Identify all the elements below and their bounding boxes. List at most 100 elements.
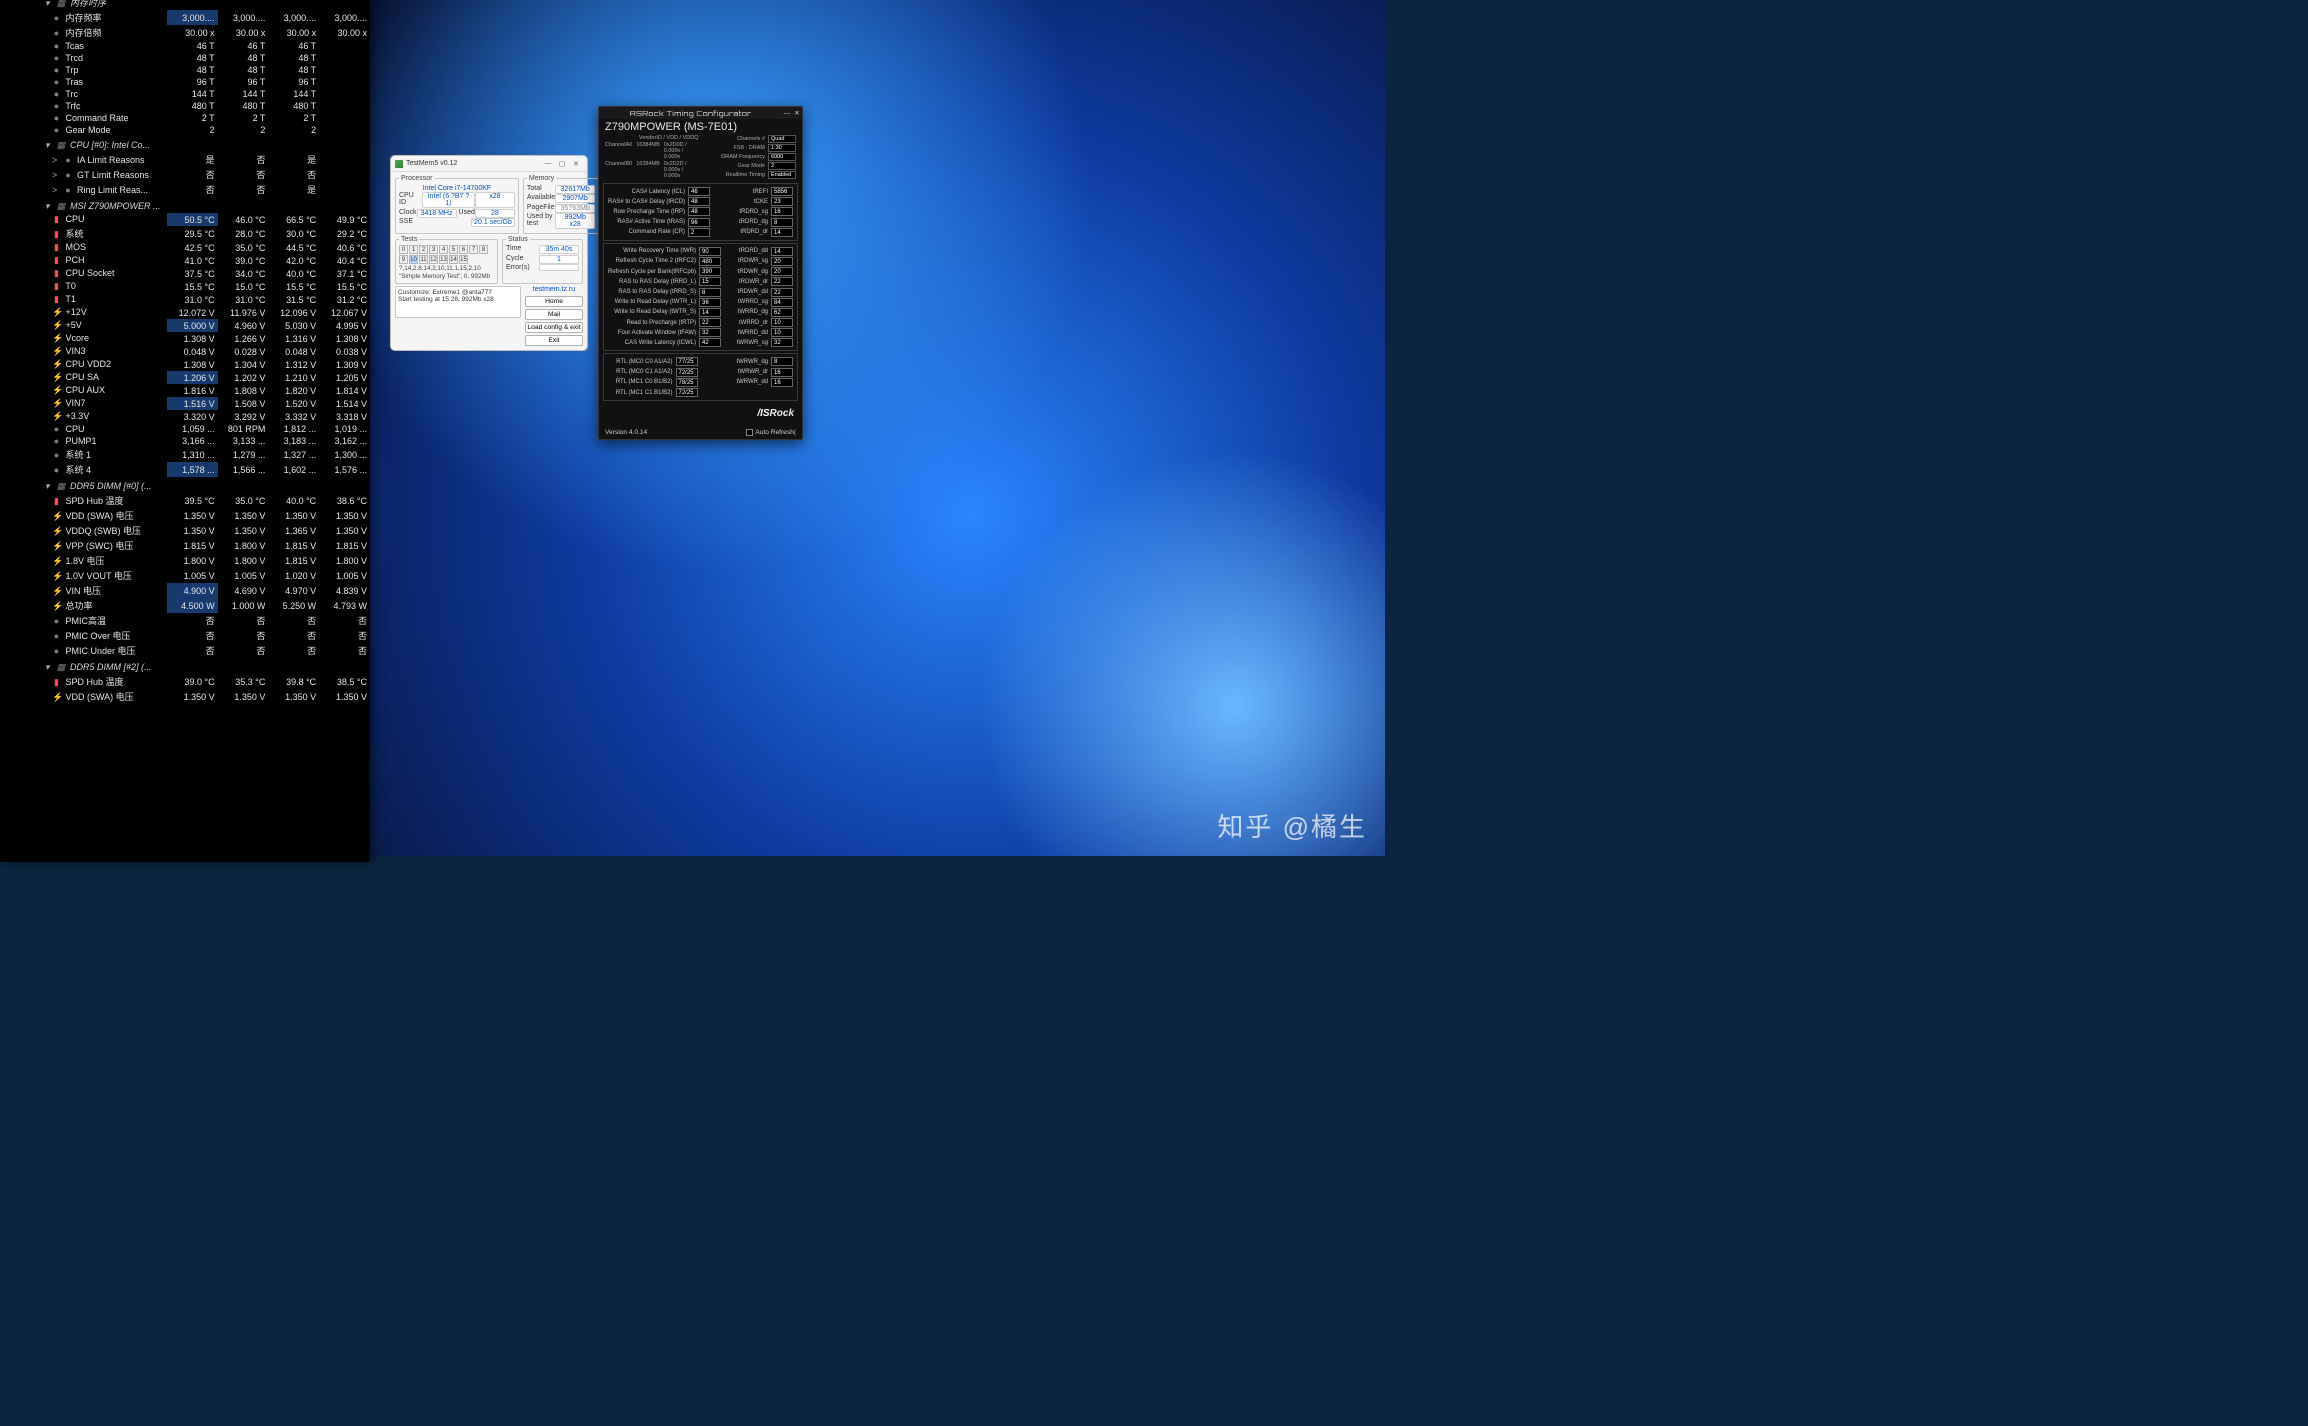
sensor-icon: ● (52, 125, 61, 135)
asrock-timing-window[interactable]: ASRock Timing Configurator — ✕ Z790MPOWE… (598, 106, 803, 440)
mem-row: Available2907Mb (527, 194, 595, 203)
timing-row: tRDRD_dr14 (716, 228, 793, 237)
sensor-icon: ▮ (52, 255, 61, 266)
sensor-row[interactable]: ▮ CPU50.5 °C46.0 °C66.5 °C49.9 °C (42, 213, 370, 226)
sensor-row[interactable]: ● Trfc480 T480 T480 T (42, 100, 370, 112)
sensor-icon: ● (52, 113, 61, 123)
timing-row: CAS Write Latency (tCWL)42 (608, 338, 721, 347)
sensor-row[interactable]: ● Tcas46 T46 T46 T (42, 40, 370, 52)
sensor-row[interactable]: > ● IA Limit Reasons是否是 (42, 152, 370, 167)
sensor-row[interactable]: ▮ SPD Hub 温度39.5 °C35.0 °C40.0 °C38.6 °C (42, 493, 370, 508)
sensor-row[interactable]: ● CPU1,059 ...801 RPM1,812 ...1,019 ... (42, 423, 370, 435)
sensor-row[interactable]: ● Trcd48 T48 T48 T (42, 52, 370, 64)
section-header[interactable]: ▾ ▦ CPU [#0]: Intel Co... (42, 136, 370, 152)
minimize-button[interactable]: — (541, 160, 555, 167)
sensor-icon: ⚡ (52, 372, 61, 383)
sensor-row[interactable]: ● PMIC高温否否否否 (42, 613, 370, 628)
sensor-row[interactable]: ⚡ VIN30.048 V0.028 V0.048 V0.038 V (42, 345, 370, 358)
sensor-row[interactable]: ⚡ +3.3V3.320 V3.292 V3.332 V3.318 V (42, 410, 370, 423)
site-link[interactable]: testmem.tz.ru (525, 286, 583, 293)
home-button[interactable]: Home (525, 296, 583, 307)
sensor-row[interactable]: ⚡ 1.0V VOUT 电压1.005 V1.005 V1.020 V1.005… (42, 568, 370, 583)
memory-group: Memory Total32617MbAvailable2907MbPageFi… (523, 175, 599, 234)
timing-row: tWRRD_dr10 (727, 318, 793, 327)
sensor-row[interactable]: ● Tras96 T96 T96 T (42, 76, 370, 88)
titlebar[interactable]: TestMem5 v0.12 — ▢ ✕ (391, 156, 587, 172)
sensor-icon: ⚡ (52, 411, 61, 422)
sensor-row[interactable]: > ● GT Limit Reasons否否否 (42, 167, 370, 182)
mail-button[interactable]: Mail (525, 309, 583, 320)
sensor-row[interactable]: ⚡ 1.8V 电压1.800 V1.800 V1.815 V1.800 V (42, 553, 370, 568)
sensor-icon: ⚡ (52, 571, 61, 582)
summary-info: Channels #QuadFSB : DRAM1:30DRAM Frequen… (703, 135, 797, 179)
sensor-icon: ● (52, 89, 61, 99)
sensor-row[interactable]: ⚡ VDD (SWA) 电压1.350 V1.350 V1.350 V1.350… (42, 689, 370, 704)
sensor-row[interactable]: ▮ T015.5 °C15.0 °C15.5 °C15.5 °C (42, 280, 370, 293)
sensor-row[interactable]: ▮ SPD Hub 温度39.0 °C35.3 °C39.8 °C38.5 °C (42, 674, 370, 689)
sensor-row[interactable]: ● Gear Mode222 (42, 124, 370, 136)
channel-info: VendorID / VDD / VDDQChannelA016384MB0x2… (605, 135, 699, 179)
section-header[interactable]: ▾ ▦ 内存时序 (42, 0, 370, 10)
memory-header: Memory (527, 175, 556, 182)
auto-refresh-toggle[interactable]: Auto Refresh( (746, 429, 796, 436)
proc-row: CPU IDIntel (6 ?B7 ?1)x28 (399, 192, 515, 208)
sensor-row[interactable]: ● Trc144 T144 T144 T (42, 88, 370, 100)
sensor-row[interactable]: ⚡ VIN 电压4.900 V4.690 V4.970 V4.839 V (42, 583, 370, 598)
close-button[interactable]: ✕ (569, 160, 583, 168)
status-row: Cycle1 (506, 255, 579, 264)
primary-timings-panel: CAS# Latency (tCL)46RAS# to CAS# Delay (… (603, 183, 798, 241)
sensor-row[interactable]: ⚡ CPU AUX1.816 V1.808 V1.820 V1.814 V (42, 384, 370, 397)
sensor-row[interactable]: ⚡ CPU VDD21.308 V1.304 V1.312 V1.309 V (42, 358, 370, 371)
test-cell: 14 (449, 255, 458, 264)
sensor-row[interactable]: ⚡ Vcore1.308 V1.266 V1.316 V1.308 V (42, 332, 370, 345)
exit-button[interactable]: Exit (525, 335, 583, 346)
load-config-exit-button[interactable]: Load config & exit (525, 322, 583, 333)
sensor-icon: ● (52, 41, 61, 51)
test-cell: 10 (409, 255, 418, 264)
checkbox-icon[interactable] (746, 429, 753, 436)
sensor-row[interactable]: ● PUMP13,166 ...3,133 ...3,183 ...3,162 … (42, 435, 370, 447)
timing-row: Row Precharge Time (tRP)48 (608, 207, 710, 216)
sensor-row[interactable]: ▮ CPU Socket37.5 °C34.0 °C40.0 °C37.1 °C (42, 267, 370, 280)
sensor-icon: ● (64, 170, 73, 180)
sensor-row[interactable]: ● Command Rate2 T2 T2 T (42, 112, 370, 124)
sensor-row[interactable]: ⚡ +5V5.000 V4.960 V5.030 V4.995 V (42, 319, 370, 332)
close-button[interactable]: ✕ (792, 109, 802, 117)
sensor-icon: ▮ (52, 294, 61, 305)
minimize-button[interactable]: — (782, 110, 792, 117)
sensor-row[interactable]: ⚡ +12V12.072 V11.976 V12.096 V12.067 V (42, 306, 370, 319)
timing-row: tWRRD_dd10 (727, 328, 793, 337)
timing-row: RAS to RAS Delay (tRRD_S)8 (608, 288, 721, 297)
sensor-icon: ● (52, 424, 61, 434)
sensor-row[interactable]: ▮ 系统29.5 °C28.0 °C30.0 °C29.2 °C (42, 226, 370, 241)
sensor-row[interactable]: ▮ MOS42.5 °C35.0 °C44.5 °C40.6 °C (42, 241, 370, 254)
sensor-row[interactable]: ● 系统 11,310 ...1,279 ...1,327 ...1,300 .… (42, 447, 370, 462)
sensor-row[interactable]: ● Trp48 T48 T48 T (42, 64, 370, 76)
section-header[interactable]: ▾ ▦ DDR5 DIMM [#0] (... (42, 477, 370, 493)
sensor-row[interactable]: ⚡ 总功率4.500 W1.000 W5.250 W4.793 W (42, 598, 370, 613)
timing-row: tWRWR_sg32 (727, 338, 793, 347)
secondary-timings-panel: Write Recovery Time (tWR)90Refresh Cycle… (603, 243, 798, 352)
sensor-row[interactable]: ● PMIC Under 电压否否否否 (42, 643, 370, 658)
sensor-row[interactable]: ⚡ VIN71.516 V1.508 V1.520 V1.514 V (42, 397, 370, 410)
timing-row: RTL (MC0 C0 A1/A2)77/25 (608, 357, 698, 366)
sensor-row[interactable]: ● 内存频率3,000....3,000....3,000....3,000..… (42, 10, 370, 25)
sensor-row[interactable]: > ● Ring Limit Reas...否否是 (42, 182, 370, 197)
sensor-row[interactable]: ● PMIC Over 电压否否否否 (42, 628, 370, 643)
testmem5-window[interactable]: TestMem5 v0.12 — ▢ ✕ Processor Intel Cor… (390, 155, 588, 351)
sensor-row[interactable]: ▮ PCH41.0 °C39.0 °C42.0 °C40.4 °C (42, 254, 370, 267)
maximize-button[interactable]: ▢ (555, 160, 569, 168)
tests-line1: ?,14,2,8,14,2,10,11,1,15,2,10 (399, 265, 494, 272)
sensor-row[interactable]: ⚡ VPP (SWC) 电压1.815 V1.800 V1.815 V1.815… (42, 538, 370, 553)
timing-row: Write to Read Delay (tWTR_L)36 (608, 298, 721, 307)
sensor-row[interactable]: ⚡ VDD (SWA) 电压1.350 V1.350 V1.350 V1.350… (42, 508, 370, 523)
sensor-row[interactable]: ● 系统 41,578 ...1,566 ...1,602 ...1,576 .… (42, 462, 370, 477)
titlebar[interactable]: ASRock Timing Configurator — ✕ (599, 107, 802, 119)
sensor-row[interactable]: ⚡ CPU SA1.206 V1.202 V1.210 V1.205 V (42, 371, 370, 384)
timing-row: tRDRD_dd14 (727, 247, 793, 256)
sensor-row[interactable]: ▮ T131.0 °C31.0 °C31.5 °C31.2 °C (42, 293, 370, 306)
sensor-row[interactable]: ⚡ VDDQ (SWB) 电压1.350 V1.350 V1.365 V1.35… (42, 523, 370, 538)
section-header[interactable]: ▾ ▦ MSI Z790MPOWER ... (42, 197, 370, 213)
section-header[interactable]: ▾ ▦ DDR5 DIMM [#2] (... (42, 658, 370, 674)
sensor-row[interactable]: ● 内存倍频30.00 x30.00 x30.00 x30.00 x (42, 25, 370, 40)
